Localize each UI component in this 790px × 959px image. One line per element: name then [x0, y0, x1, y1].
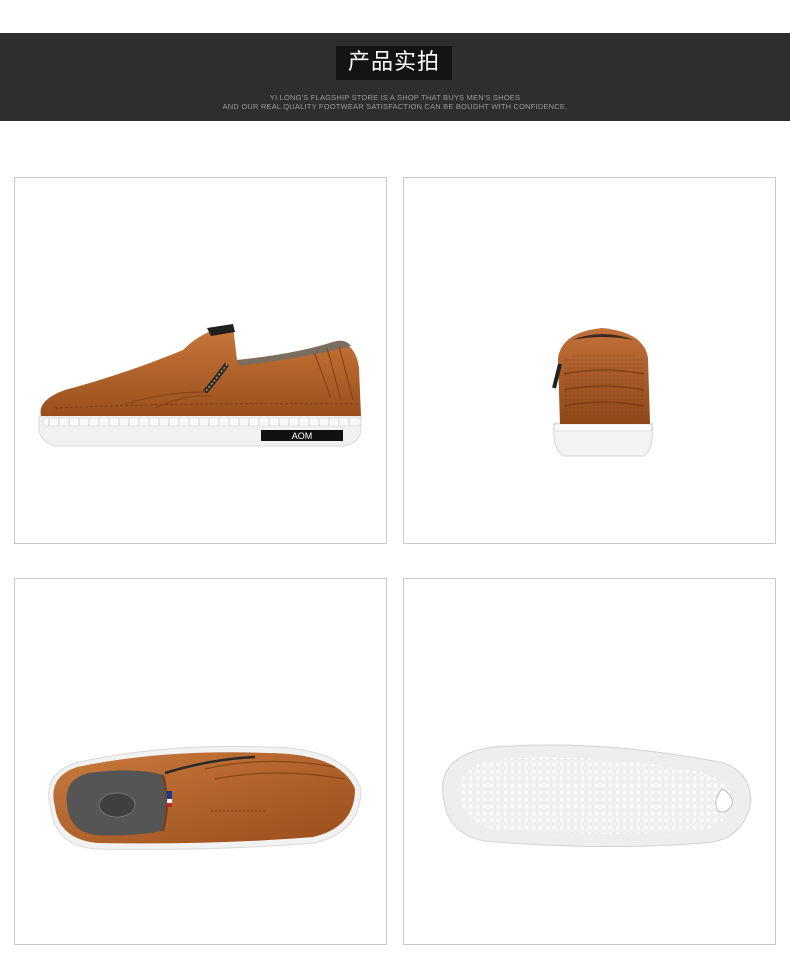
subtitle-line-2: AND OUR REAL QUALITY FOOTWEAR SATISFACTI…: [222, 102, 568, 111]
shoe-sole-image: [442, 744, 751, 848]
product-photo-back: [403, 177, 776, 544]
product-photo-side: AOM: [14, 177, 387, 544]
shoe-top-image: [48, 745, 362, 850]
shoe-side-image: AOM: [38, 324, 362, 447]
product-photo-sole: [403, 578, 776, 945]
section-title: 产品实拍: [336, 46, 452, 80]
shoe-back-image: [552, 328, 653, 457]
header-banner: 产品实拍 YI LONG'S FLAGSHIP STORE IS A SHOP …: [0, 33, 790, 121]
subtitle-line-1: YI LONG'S FLAGSHIP STORE IS A SHOP THAT …: [269, 93, 521, 102]
product-photo-top: [14, 578, 387, 945]
sole-brand-label: AOM: [292, 431, 313, 441]
